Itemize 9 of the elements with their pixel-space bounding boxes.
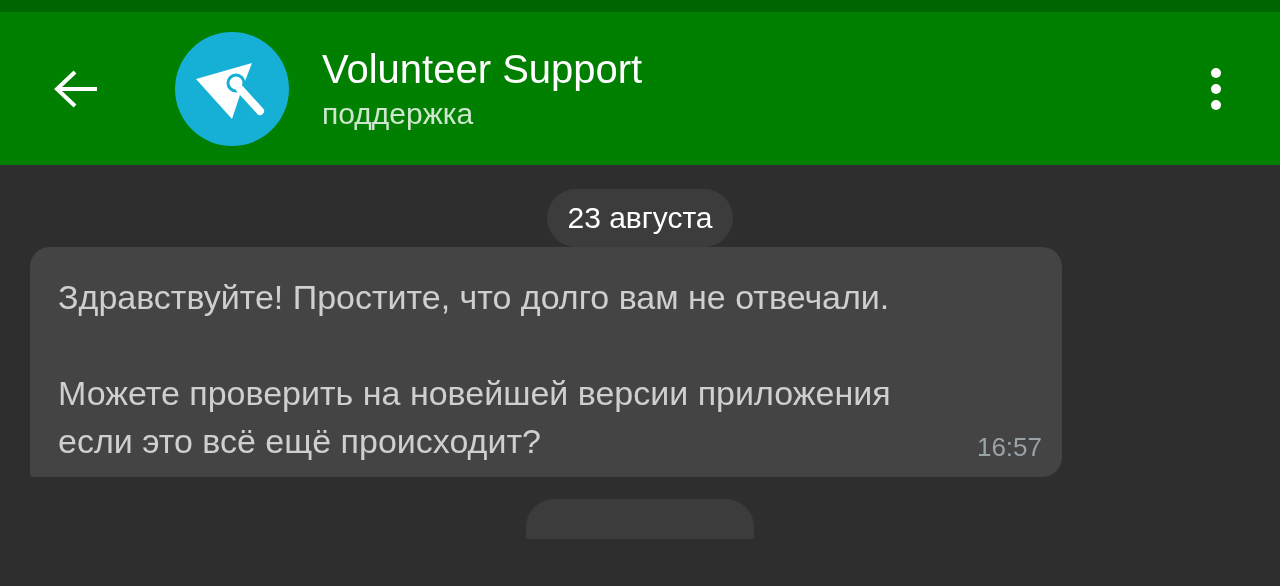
- more-icon: [1210, 66, 1222, 111]
- chat-subtitle: поддержка: [322, 95, 475, 132]
- avatar-icon: [174, 30, 290, 147]
- message-time: 16:57: [976, 431, 1042, 463]
- date-pill: 23 августа: [547, 189, 733, 247]
- chat-title: Volunteer Support: [322, 45, 643, 93]
- message-text: Здравствуйте! Простите, что долго вам не отвечали.: [58, 277, 891, 318]
- back-icon: [53, 68, 99, 109]
- message-text: Можете проверить на новейшей версии приложения если это всё ещё происходит?: [58, 373, 892, 462]
